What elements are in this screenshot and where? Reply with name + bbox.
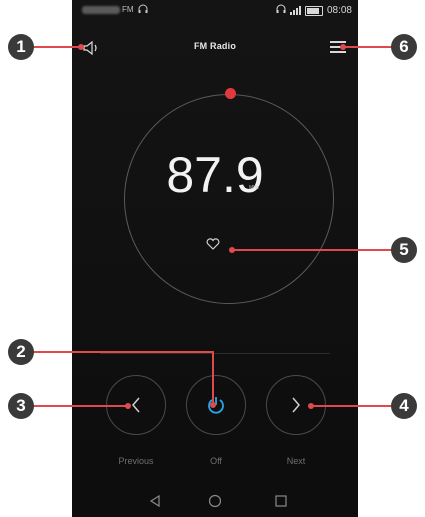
status-time: 08:08 bbox=[326, 5, 352, 16]
callout-2-badge: 2 bbox=[8, 339, 34, 365]
frequency-unit: MHz bbox=[249, 185, 260, 191]
back-button[interactable] bbox=[148, 494, 162, 508]
chevron-left-icon bbox=[132, 397, 140, 413]
callout-3-dot bbox=[125, 403, 131, 409]
power-icon bbox=[208, 397, 224, 414]
callout-4-dot bbox=[308, 403, 314, 409]
callout-6-dot bbox=[340, 44, 346, 50]
chevron-right-icon bbox=[292, 397, 300, 413]
power-button[interactable] bbox=[186, 375, 246, 435]
frequency-value: 87.9 bbox=[166, 147, 264, 203]
home-circle-icon bbox=[208, 494, 222, 508]
off-label: Off bbox=[210, 456, 222, 466]
callout-4-badge: 4 bbox=[391, 393, 417, 419]
callout-3-badge: 3 bbox=[8, 393, 34, 419]
status-bar: FM 08:08 bbox=[72, 0, 358, 22]
headset-status-icon bbox=[138, 4, 148, 17]
callout-2-line-vertical bbox=[212, 351, 214, 405]
callout-2-line-horizontal bbox=[33, 351, 214, 353]
callout-1-line bbox=[33, 46, 81, 48]
callout-5-badge: 5 bbox=[391, 237, 417, 263]
back-triangle-icon bbox=[149, 494, 160, 508]
callout-1-badge: 1 bbox=[8, 34, 34, 60]
tuning-indicator[interactable] bbox=[225, 88, 236, 99]
menu-icon-line bbox=[330, 51, 346, 53]
previous-label: Previous bbox=[118, 456, 154, 466]
recents-button[interactable] bbox=[274, 494, 288, 508]
divider bbox=[100, 353, 330, 354]
callout-6-line bbox=[343, 46, 393, 48]
fm-radio-screen: FM 08:08 FM Radio 87.9 MHz Previous Off … bbox=[72, 0, 358, 517]
status-right-group: 08:08 bbox=[276, 4, 352, 17]
favorite-button[interactable] bbox=[205, 236, 221, 252]
callout-5-line bbox=[232, 249, 392, 251]
navigation-bar bbox=[72, 485, 358, 517]
carrier-suffix: FM bbox=[122, 5, 134, 14]
callout-4-line bbox=[311, 405, 393, 407]
battery-icon bbox=[304, 5, 323, 16]
callout-6-badge: 6 bbox=[391, 34, 417, 60]
callout-2-dot bbox=[210, 402, 216, 408]
home-button[interactable] bbox=[208, 494, 222, 508]
callout-3-line bbox=[33, 405, 129, 407]
carrier-name-blurred bbox=[82, 6, 120, 14]
menu-icon-line bbox=[330, 41, 346, 43]
headset-icon bbox=[276, 4, 286, 17]
signal-icon bbox=[289, 6, 301, 15]
page-title: FM Radio bbox=[193, 41, 237, 51]
frequency-display: 87.9 bbox=[72, 150, 358, 200]
callout-5-dot bbox=[229, 247, 235, 253]
callout-1-dot bbox=[78, 44, 84, 50]
recents-square-icon bbox=[275, 495, 287, 507]
next-label: Next bbox=[286, 456, 306, 466]
heart-icon bbox=[206, 238, 220, 250]
